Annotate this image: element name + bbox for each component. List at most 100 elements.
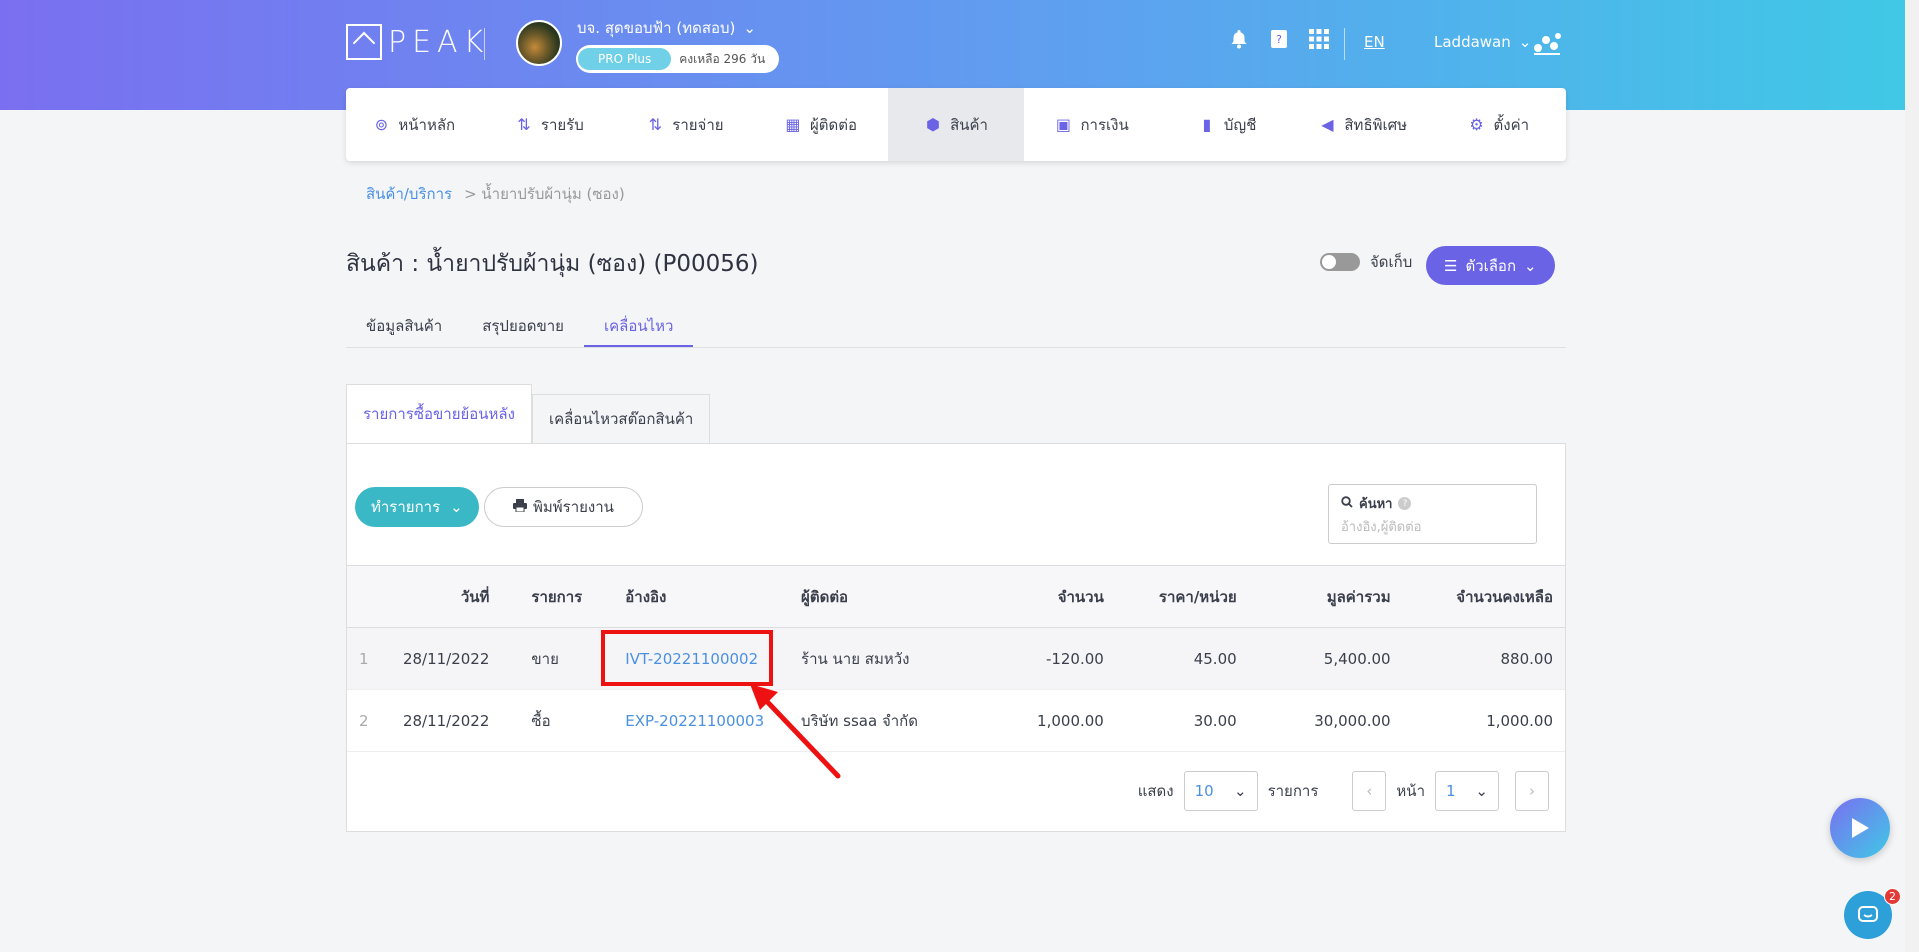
search-box[interactable]: ค้นหา ?	[1328, 484, 1537, 544]
income-icon: ⇅	[517, 115, 531, 134]
row-date: 28/11/2022	[384, 689, 502, 752]
nav-item-0[interactable]: ⊚ หน้าหลัก	[346, 88, 482, 161]
table-row[interactable]: 2 28/11/2022 ซื้อ EXP-20221100003 บริษัท…	[347, 689, 1565, 752]
nav-item-5[interactable]: ▣ การเงิน	[1024, 88, 1160, 161]
language-link[interactable]: EN	[1364, 33, 1385, 51]
tab-stock-movement[interactable]: เคลื่อนไหวสต๊อกสินค้า	[531, 394, 711, 444]
chevron-left-icon: ‹	[1366, 782, 1373, 800]
movement-tabs: รายการซื้อขายย้อนหลัง เคลื่อนไหวสต๊อกสิน…	[346, 384, 711, 444]
chevron-down-icon: ⌄	[1475, 782, 1488, 800]
row-index: 2	[347, 689, 385, 752]
chevron-down-icon: ⌄	[1524, 256, 1537, 275]
annotation-highlight-box	[601, 630, 773, 686]
transactions-panel: ทำรายการ ⌄ พิมพ์รายงาน ค้นหา ? วันที่ รา…	[346, 443, 1566, 832]
page-select[interactable]: 1 ⌄	[1435, 771, 1499, 811]
breadcrumb-products-link[interactable]: สินค้า/บริการ	[366, 182, 452, 206]
company-name: บจ. สุดขอบฟ้า (ทดสอบ)	[577, 19, 736, 37]
bell-icon[interactable]	[1228, 28, 1250, 50]
gear-icon: ⚙	[1469, 115, 1484, 134]
play-icon	[1852, 818, 1869, 838]
nav-item-6[interactable]: ▮ บัญชี	[1159, 88, 1295, 161]
row-index: 1	[347, 627, 385, 690]
table-row[interactable]: 1 28/11/2022 ขาย IVT-20221100002 ร้าน นา…	[347, 627, 1565, 690]
svg-text:?: ?	[1276, 33, 1282, 46]
nav-item-1[interactable]: ⇅ รายรับ	[482, 88, 618, 161]
header-divider	[484, 28, 485, 60]
tab-product-info[interactable]: ข้อมูลสินค้า	[346, 304, 462, 347]
row-quantity: -120.00	[989, 627, 1116, 690]
next-page-button[interactable]: ›	[1515, 771, 1549, 811]
create-transaction-button[interactable]: ทำรายการ ⌄	[355, 487, 479, 527]
tab-transaction-history[interactable]: รายการซื้อขายย้อนหลัง	[346, 384, 532, 444]
user-brand-icon	[1530, 28, 1564, 58]
help-book-icon[interactable]: ?	[1268, 28, 1290, 50]
options-button[interactable]: ☰ ตัวเลือก ⌄	[1426, 246, 1555, 285]
nav-item-8[interactable]: ⚙ ตั้งค่า	[1431, 88, 1567, 161]
print-report-button[interactable]: พิมพ์รายงาน	[484, 487, 643, 527]
annotation-arrow-icon	[750, 684, 841, 779]
col-total[interactable]: มูลค่ารวม	[1248, 565, 1403, 628]
print-report-label: พิมพ์รายงาน	[533, 498, 614, 516]
archive-toggle-group[interactable]: จัดเก็บ	[1320, 250, 1412, 274]
menu-lines-icon: ☰	[1444, 256, 1458, 275]
chevron-down-icon: ⌄	[450, 498, 463, 516]
dashboard-icon: ⊚	[374, 115, 389, 134]
nav-item-label: หน้าหลัก	[398, 115, 456, 134]
product-box-icon: ⬢	[926, 115, 941, 134]
col-type[interactable]: รายการ	[501, 565, 600, 628]
user-menu[interactable]: Laddawan ⌄	[1434, 33, 1531, 51]
company-switcher[interactable]: บจ. สุดขอบฟ้า (ทดสอบ) ⌄	[577, 16, 756, 40]
money-icon: ▣	[1055, 115, 1072, 134]
help-icon[interactable]: ?	[1398, 497, 1412, 510]
nav-item-2[interactable]: ⇅ รายจ่าย	[617, 88, 753, 161]
search-input[interactable]	[1341, 520, 1521, 535]
megaphone-icon: ◀	[1321, 115, 1334, 134]
ledger-icon: ▮	[1202, 115, 1212, 134]
col-date[interactable]: วันที่	[384, 565, 502, 628]
page-title: สินค้า : น้ำยาปรับผ้านุ่ม (ซอง) (P00056)	[346, 251, 759, 277]
row-type: ซื้อ	[501, 689, 600, 752]
nav-item-label: รายจ่าย	[672, 115, 724, 134]
logo-text: PEAK	[388, 24, 490, 60]
pager-show-label: แสดง	[1137, 782, 1174, 800]
plan-badge[interactable]: PRO Plus คงเหลือ 296 วัน	[576, 45, 780, 73]
main-nav: ⊚ หน้าหลัก ⇅ รายรับ ⇅ รายจ่าย ▦ ผู้ติดต่อ ⬢ สินค้…	[346, 88, 1566, 161]
nav-item-label: ตั้งค่า	[1493, 115, 1530, 134]
logo-mark-icon	[346, 24, 382, 60]
chevron-down-icon: ⌄	[743, 19, 756, 37]
chat-unread-badge: 2	[1884, 888, 1901, 905]
header-divider-2	[1344, 28, 1345, 60]
breadcrumb: สินค้า/บริการ > น้ำยาปรับผ้านุ่ม (ซอง)	[366, 182, 625, 206]
col-balance[interactable]: จำนวนคงเหลือ	[1402, 565, 1565, 628]
nav-item-label: สินค้า	[950, 115, 988, 134]
pager-items-label: รายการ	[1267, 782, 1319, 800]
col-unit-price[interactable]: ราคา/หน่วย	[1115, 565, 1249, 628]
chat-icon	[1858, 906, 1878, 922]
nav-item-label: รายรับ	[540, 115, 584, 134]
row-unit-price: 30.00	[1115, 689, 1249, 752]
tab-movement[interactable]: เคลื่อนไหว	[583, 304, 694, 347]
nav-item-4[interactable]: ⬢ สินค้า	[888, 88, 1024, 161]
tab-sales-summary[interactable]: สรุปยอดขาย	[462, 304, 584, 347]
archive-toggle[interactable]	[1320, 253, 1360, 271]
col-reference[interactable]: อ้างอิง	[599, 565, 790, 628]
col-index	[347, 565, 385, 628]
apps-grid-icon[interactable]	[1308, 28, 1330, 50]
search-label: ค้นหา	[1359, 497, 1393, 512]
col-contact[interactable]: ผู้ติดต่อ	[789, 565, 990, 628]
plan-name: PRO Plus	[578, 48, 672, 70]
nav-item-7[interactable]: ◀ สิทธิพิเศษ	[1295, 88, 1431, 161]
col-quantity[interactable]: จำนวน	[989, 565, 1116, 628]
chevron-down-icon: ⌄	[1234, 782, 1247, 800]
page-size-select[interactable]: 10 ⌄	[1183, 771, 1258, 811]
user-name: Laddawan	[1434, 33, 1511, 51]
prev-page-button[interactable]: ‹	[1352, 771, 1387, 811]
peak-logo[interactable]: PEAK	[346, 24, 489, 60]
company-avatar[interactable]	[516, 20, 562, 66]
page-scrollbar[interactable]	[1905, 0, 1919, 952]
row-quantity: 1,000.00	[989, 689, 1116, 752]
page-number-value: 1	[1446, 782, 1456, 800]
tutorial-play-button[interactable]	[1830, 798, 1890, 858]
nav-item-3[interactable]: ▦ ผู้ติดต่อ	[753, 88, 889, 161]
row-total: 30,000.00	[1248, 689, 1403, 752]
